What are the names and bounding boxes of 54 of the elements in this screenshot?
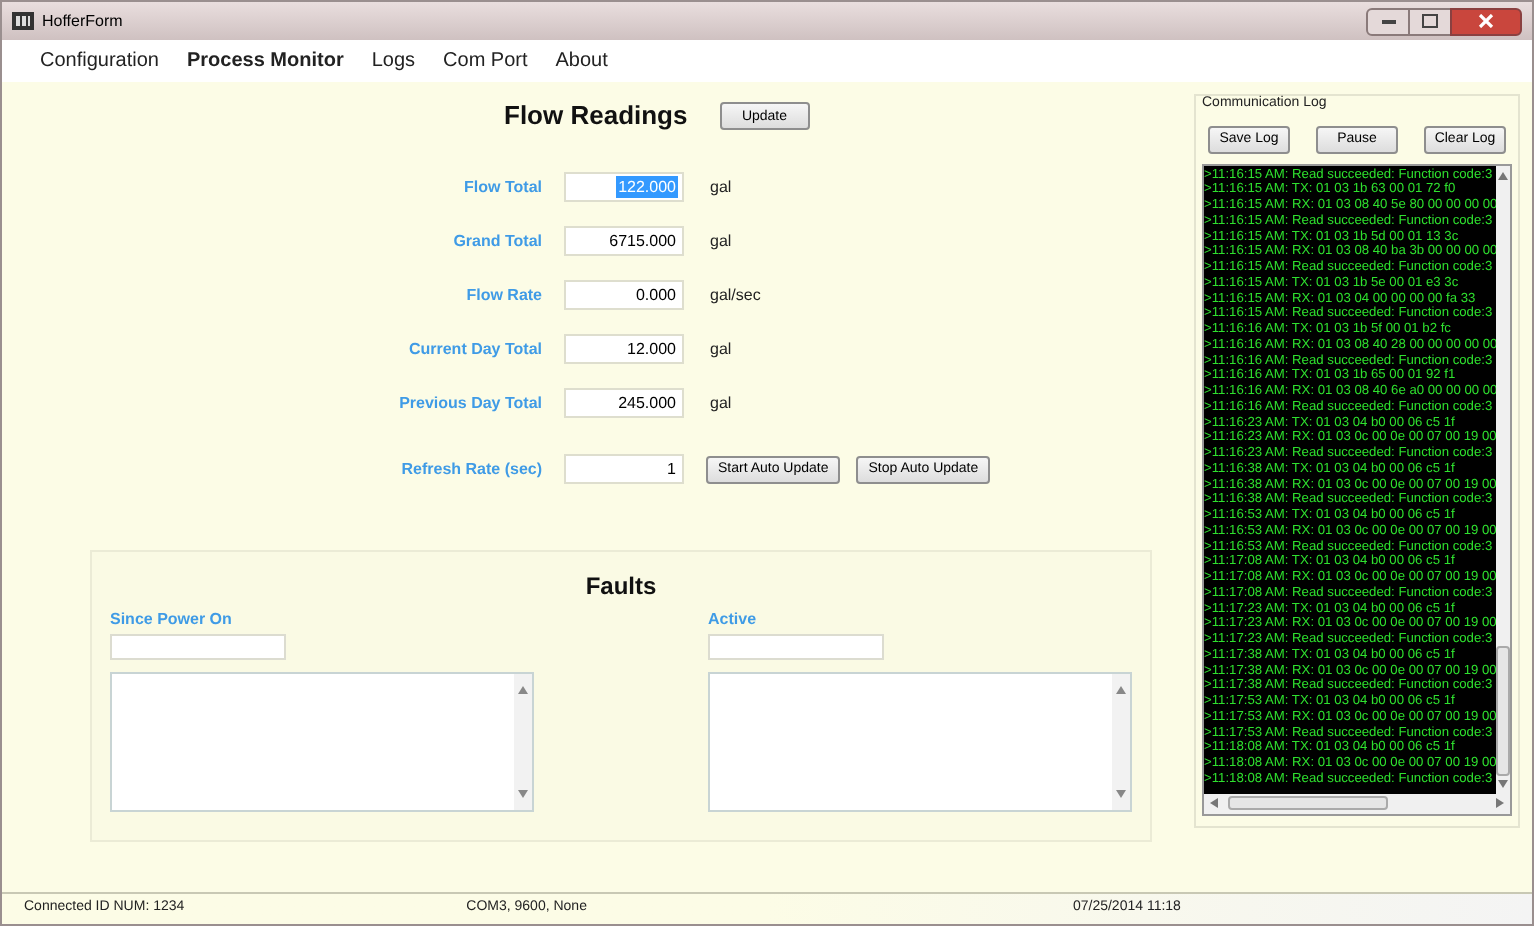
- scroll-thumb[interactable]: [1228, 796, 1388, 810]
- menu-item[interactable]: Logs: [371, 46, 416, 76]
- window-title: HofferForm: [42, 9, 123, 33]
- field-value: 245.000: [616, 392, 678, 414]
- maximize-button[interactable]: [1410, 7, 1450, 35]
- panel-label: Since Power On: [110, 612, 234, 628]
- unit-label: gal: [710, 391, 732, 415]
- scroll-down-icon[interactable]: [1498, 779, 1508, 787]
- minimize-icon: [1381, 19, 1395, 23]
- field-value: 6715.000: [607, 230, 678, 252]
- scroll-down-icon[interactable]: [1116, 790, 1126, 798]
- refresh-rate-field[interactable]: 1: [564, 454, 684, 484]
- app-icon: [12, 12, 34, 30]
- scroll-up-icon[interactable]: [1498, 171, 1508, 179]
- reading-field[interactable]: 6715.000: [564, 226, 684, 256]
- fault-count-field[interactable]: [110, 634, 286, 660]
- horizontal-scrollbar[interactable]: [1204, 793, 1510, 813]
- reading-field[interactable]: 0.000: [564, 280, 684, 310]
- vertical-scrollbar[interactable]: [1496, 165, 1510, 793]
- unit-label: gal/sec: [710, 283, 761, 307]
- scrollbar[interactable]: [514, 674, 532, 810]
- scroll-up-icon[interactable]: [1116, 686, 1126, 694]
- field-label: Flow Total: [462, 175, 542, 199]
- close-icon: [1478, 14, 1494, 28]
- scroll-left-icon[interactable]: [1210, 798, 1218, 808]
- scroll-thumb[interactable]: [1496, 645, 1510, 775]
- unit-label: gal: [710, 175, 732, 199]
- close-button[interactable]: [1450, 7, 1522, 35]
- scroll-up-icon[interactable]: [518, 686, 528, 694]
- unit-label: gal: [710, 337, 732, 361]
- field-label: Grand Total: [451, 229, 542, 253]
- scroll-right-icon[interactable]: [1496, 798, 1504, 808]
- field-value: 0.000: [633, 284, 678, 306]
- scroll-down-icon[interactable]: [518, 790, 528, 798]
- reading-field[interactable]: 12.000: [564, 334, 684, 364]
- field-label: Refresh Rate (sec): [399, 457, 542, 481]
- panel-label: Active: [708, 612, 759, 628]
- menu-item[interactable]: Com Port: [443, 46, 528, 76]
- fault-count-field[interactable]: [708, 634, 884, 660]
- field-value: 12.000: [625, 338, 678, 360]
- faults-title: Faults: [585, 570, 657, 604]
- field-value: 122.000: [616, 176, 678, 198]
- field-label: Flow Rate: [464, 283, 542, 307]
- field-label: Current Day Total: [406, 337, 542, 361]
- unit-label: gal: [710, 229, 732, 253]
- minimize-button[interactable]: [1366, 7, 1410, 35]
- menu-item[interactable]: Process Monitor: [186, 46, 344, 76]
- field-label: Previous Day Total: [397, 391, 542, 415]
- reading-field[interactable]: 245.000: [564, 388, 684, 418]
- maximize-icon: [1422, 14, 1438, 28]
- menu-item[interactable]: About: [555, 46, 608, 76]
- scrollbar[interactable]: [1112, 674, 1130, 810]
- menu-item[interactable]: Configuration: [40, 46, 159, 76]
- section-title: Flow Readings: [504, 98, 688, 135]
